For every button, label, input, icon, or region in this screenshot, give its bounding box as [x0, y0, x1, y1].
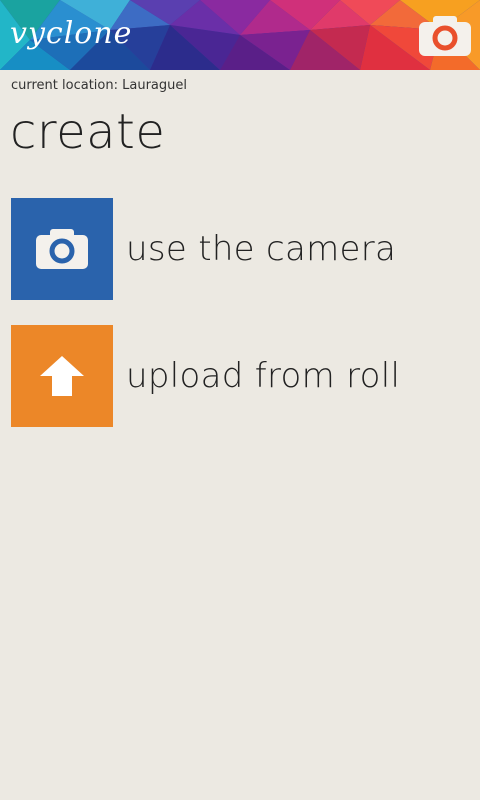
camera-icon	[36, 229, 88, 269]
use-camera-button[interactable]: use the camera	[11, 198, 471, 300]
app-logo: vyclone	[10, 16, 133, 51]
upload-from-roll-button[interactable]: upload from roll	[11, 325, 471, 427]
current-location-text: current location: Lauraguel	[11, 78, 187, 93]
camera-icon[interactable]	[419, 16, 471, 56]
upload-from-roll-label: upload from roll	[126, 356, 401, 396]
camera-tile[interactable]	[11, 198, 113, 300]
upload-tile[interactable]	[11, 325, 113, 427]
upload-arrow-icon	[40, 356, 84, 396]
use-camera-label: use the camera	[126, 229, 397, 269]
app-header: vyclone	[0, 0, 480, 70]
page-title: create	[10, 104, 166, 160]
